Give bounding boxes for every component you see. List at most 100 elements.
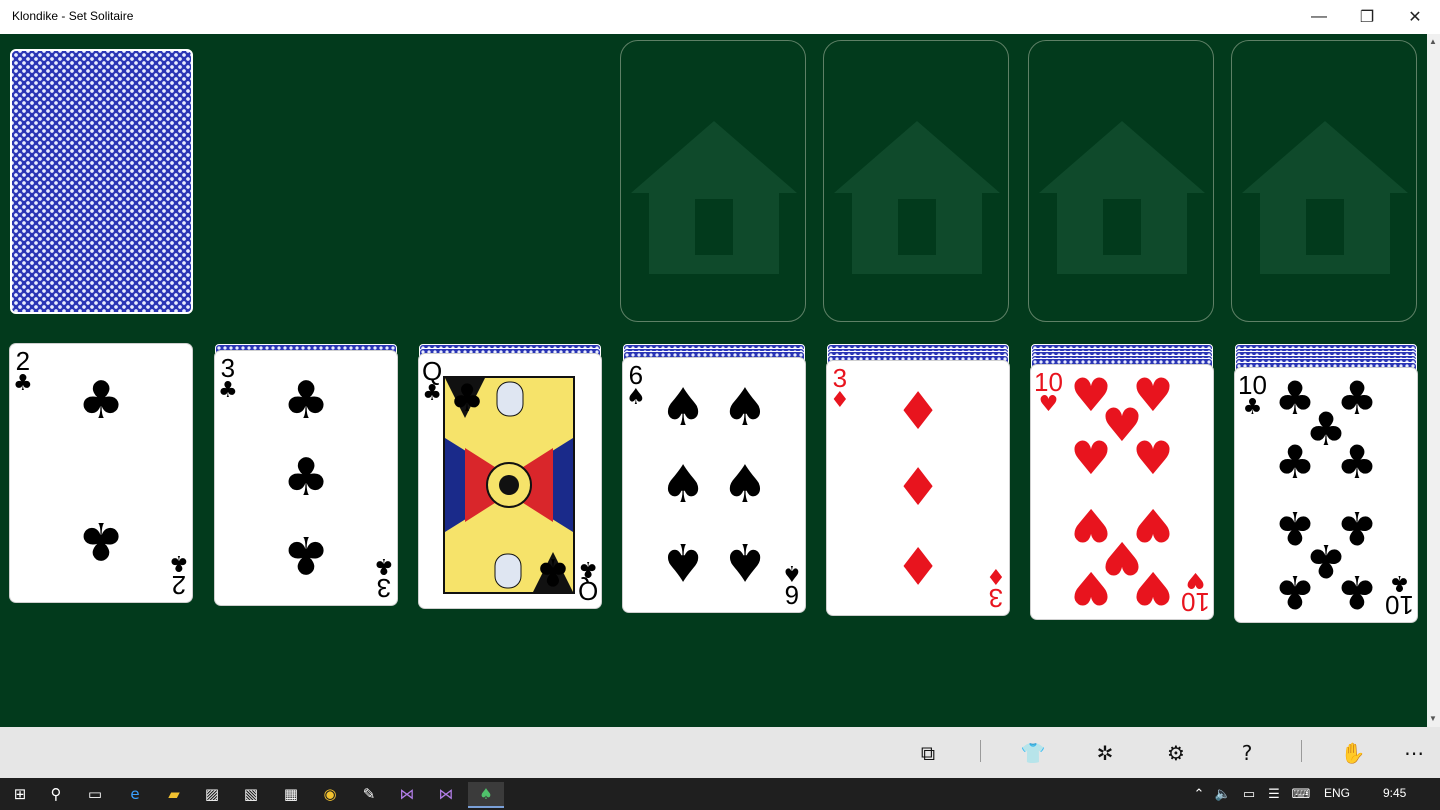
playing-card[interactable]: 2 ♣ 2 ♣ ♣ ♣ xyxy=(10,344,192,602)
playing-card[interactable]: 10 ♣ 10 ♣ ♣ ♣ ♣ ♣ ♣ ♣ ♣ ♣ ♣ ♣ xyxy=(1235,368,1417,622)
settings-icon[interactable]: ⚙ xyxy=(1161,739,1191,767)
playing-card[interactable]: 10 ♥ 10 ♥ ♥ ♥ ♥ ♥ ♥ ♥ ♥ ♥ ♥ ♥ xyxy=(1031,364,1213,619)
black-suit-icon: ♣ xyxy=(578,556,598,581)
card-index-bottom: 2 ♣ xyxy=(169,550,189,600)
card-rank: 10 xyxy=(1181,586,1210,617)
black-suit-pip-icon: ♠ xyxy=(659,454,707,515)
visual-studio-2-icon[interactable]: ⋈ xyxy=(433,782,459,806)
playing-card[interactable]: 6 ♠ 6 ♠ ♠ ♠ ♠ ♠ ♠ ♠ xyxy=(623,357,805,612)
card-index-top: 3 ♣ xyxy=(218,355,238,402)
red-suit-pip-icon: ♦ xyxy=(894,458,942,518)
black-suit-icon: ♠ xyxy=(626,384,646,410)
house-icon xyxy=(1037,119,1207,284)
red-suit-icon: ♦ xyxy=(830,388,850,413)
card-rank: 2 xyxy=(171,570,187,600)
task-view-icon[interactable]: ▭ xyxy=(82,782,108,806)
minimize-button[interactable]: — xyxy=(1296,0,1342,34)
black-suit-icon: ♣ xyxy=(13,371,33,396)
more-icon[interactable]: ⋯ xyxy=(1399,739,1429,767)
card-index-top: 2 ♣ xyxy=(13,348,33,395)
auto-finish-icon[interactable]: ✲ xyxy=(1090,739,1120,767)
card-back-theme-icon[interactable]: 👕 xyxy=(1018,739,1048,767)
club-icon: ♣ xyxy=(535,550,571,594)
close-button[interactable]: ✕ xyxy=(1392,0,1438,34)
card-index-bottom: Q ♣ xyxy=(577,556,598,606)
black-suit-icon: ♣ xyxy=(422,381,442,406)
edge-icon[interactable]: e xyxy=(122,782,148,806)
card-index-bottom: 10 ♥ xyxy=(1181,567,1210,617)
deal-hand-icon[interactable]: ✋ xyxy=(1338,739,1368,767)
playing-card[interactable]: 3 ♣ 3 ♣ ♣ ♣ ♣ xyxy=(215,350,397,605)
card-rank: 6 xyxy=(628,359,644,390)
black-suit-icon: ♠ xyxy=(782,559,802,585)
red-suit-pip-icon: ♥ xyxy=(1132,561,1174,616)
card-index-bottom: 3 ♣ xyxy=(374,552,394,603)
black-suit-pip-icon: ♠ xyxy=(721,530,769,591)
red-suit-pip-icon: ♦ xyxy=(894,534,942,595)
black-suit-icon: ♣ xyxy=(374,552,394,578)
card-rank: 10 xyxy=(1034,366,1063,397)
hint-icon[interactable]: ⧉ xyxy=(913,739,943,767)
card-index-top: 10 ♥ xyxy=(1034,369,1063,416)
foundation-slot[interactable] xyxy=(620,40,806,322)
restore-button[interactable]: ❐ xyxy=(1344,0,1390,34)
toolbar-separator xyxy=(1301,740,1302,762)
black-suit-pip-icon: ♠ xyxy=(721,378,769,439)
keyboard-icon[interactable]: ⌨ xyxy=(1288,782,1314,806)
show-hidden-icons[interactable]: ⌃ xyxy=(1186,782,1212,806)
black-suit-icon: ♣ xyxy=(218,377,238,403)
remote-desktop-icon[interactable]: ▨ xyxy=(199,782,225,806)
red-suit-icon: ♦ xyxy=(986,563,1006,588)
language-indicator[interactable]: ENG xyxy=(1324,786,1350,800)
house-icon xyxy=(1240,119,1410,284)
card-rank: 3 xyxy=(220,352,236,383)
calculator-icon[interactable]: ▦ xyxy=(278,782,304,806)
house-icon xyxy=(832,119,1002,284)
black-suit-pip-icon: ♠ xyxy=(659,378,707,439)
card-index-bottom: 6 ♠ xyxy=(782,559,802,610)
club-icon: ♣ xyxy=(449,376,485,420)
card-index-bottom: 10 ♣ xyxy=(1385,570,1414,620)
remote-app-icon[interactable]: ▧ xyxy=(238,782,264,806)
game-table: 2 ♣ 2 ♣ ♣ ♣ 3 ♣ 3 ♣ ♣ ♣ ♣ Q ♣ Q ♣ ♣ ♣ 6 ♠ 6 ♠ ♠ ♠ ♠ ♠ ♠ ♠ 3 ♦ 3 ♦ ♦ ♦ ♦ 10 ♥ 1… xyxy=(0,34,1427,727)
black-suit-icon: ♣ xyxy=(1242,395,1263,420)
card-rank: Q xyxy=(577,576,598,606)
chrome-icon[interactable]: ◉ xyxy=(317,782,343,806)
paint-icon[interactable]: ✎ xyxy=(356,782,382,806)
windows-start-icon[interactable]: ⊞ xyxy=(7,782,33,806)
black-suit-pip-icon: ♣ xyxy=(1274,564,1316,619)
foundation-slot[interactable] xyxy=(823,40,1009,322)
black-suit-pip-icon: ♣ xyxy=(77,510,125,571)
card-rank: 6 xyxy=(784,579,800,610)
network-icon[interactable]: ▭ xyxy=(1236,782,1262,806)
house-icon xyxy=(629,119,799,284)
taskbar: ⊞ ⚲ ▭ e ▰ ▨ ▧ ▦ ◉ ✎ ⋈ ⋈ ♠ ⌃ 🔈 ▭ ☰ ⌨ ENG 9:45 xyxy=(0,778,1440,810)
scroll-up-icon[interactable]: ▲ xyxy=(1429,37,1437,46)
card-index-top: Q ♣ xyxy=(422,358,442,405)
vertical-scrollbar[interactable]: ▲ ▼ xyxy=(1427,34,1440,727)
foundation-slot[interactable] xyxy=(1028,40,1214,322)
help-icon[interactable]: ? xyxy=(1232,739,1262,767)
visual-studio-icon[interactable]: ⋈ xyxy=(394,782,420,806)
black-suit-pip-icon: ♣ xyxy=(282,371,330,432)
foundation-slot[interactable] xyxy=(1231,40,1417,322)
command-bar: ⧉ 👕 ✲ ⚙? ✋ ⋯ xyxy=(0,727,1440,778)
volume-icon[interactable]: 🔈 xyxy=(1210,782,1236,806)
search-icon[interactable]: ⚲ xyxy=(43,782,69,806)
red-suit-pip-icon: ♥ xyxy=(1132,431,1174,486)
solitaire-app-icon[interactable]: ♠ xyxy=(468,782,504,808)
red-suit-pip-icon: ♦ xyxy=(894,381,942,442)
stock-pile[interactable] xyxy=(10,49,193,314)
playing-card[interactable]: Q ♣ Q ♣ ♣ ♣ xyxy=(419,354,601,608)
action-center-icon[interactable]: ☰ xyxy=(1261,782,1287,806)
file-explorer-icon[interactable]: ▰ xyxy=(161,782,187,806)
black-suit-pip-icon: ♠ xyxy=(721,454,769,515)
card-rank: 3 xyxy=(988,583,1004,613)
red-suit-pip-icon: ♥ xyxy=(1070,561,1112,616)
title-bar: Klondike - Set Solitaire — ❐ ✕ xyxy=(0,0,1440,34)
playing-card[interactable]: 3 ♦ 3 ♦ ♦ ♦ ♦ xyxy=(827,361,1009,615)
scroll-down-icon[interactable]: ▼ xyxy=(1429,714,1437,723)
red-suit-icon: ♥ xyxy=(1038,391,1059,417)
window-title: Klondike - Set Solitaire xyxy=(12,9,134,23)
clock[interactable]: 9:45 xyxy=(1383,786,1406,800)
